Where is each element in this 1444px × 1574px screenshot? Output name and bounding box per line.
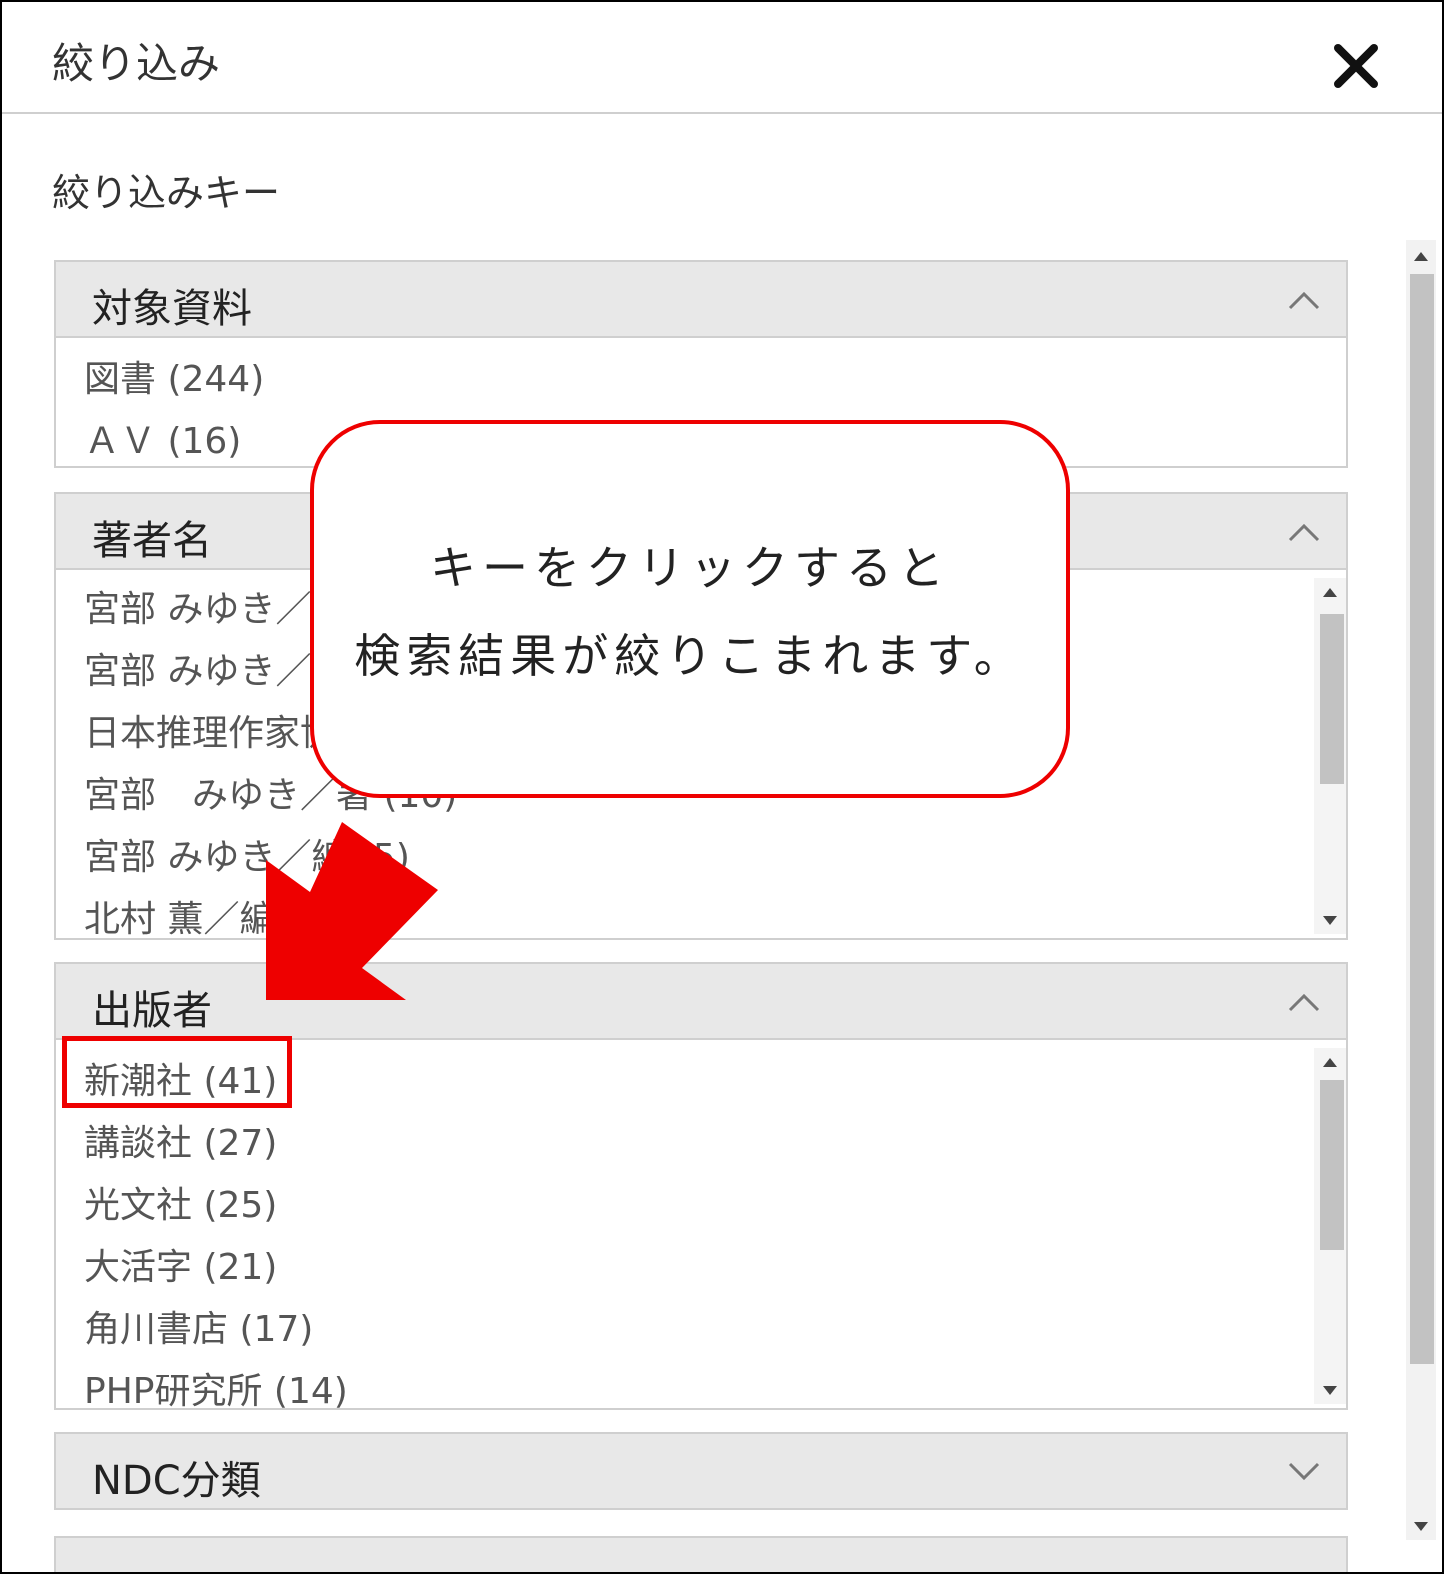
panel-header-next[interactable] (54, 1536, 1348, 1572)
panel-scrollbar[interactable] (1314, 578, 1346, 934)
scroll-up-arrow-icon[interactable] (1323, 588, 1337, 597)
panel-header-ndc[interactable]: NDC分類 (54, 1432, 1348, 1510)
list-item[interactable]: 宮部 みゆき／ (84, 580, 311, 632)
list-item[interactable]: 角川書店 (17) (84, 1300, 313, 1352)
pointer-arrow-icon (266, 822, 438, 1000)
list-item[interactable]: ＡＶ (16) (84, 412, 241, 464)
dialog-scrollbar[interactable] (1406, 240, 1436, 1540)
list-item[interactable]: 宮部 みゆき／ (84, 642, 311, 694)
scroll-up-arrow-icon[interactable] (1323, 1058, 1337, 1067)
panel-title: NDC分類 (92, 1458, 261, 1504)
scroll-down-arrow-icon[interactable] (1414, 1522, 1428, 1531)
scroll-up-arrow-icon[interactable] (1414, 252, 1428, 261)
chevron-up-icon (1288, 993, 1320, 1012)
callout-bubble: キーをクリックすると 検索結果が絞りこまれます。 (310, 420, 1070, 798)
scrollbar-thumb[interactable] (1410, 274, 1434, 1364)
panel-title: 著者名 (92, 518, 212, 564)
callout-line-2: 検索結果が絞りこまれます。 (354, 629, 1026, 683)
highlight-box (62, 1036, 292, 1108)
scroll-down-arrow-icon[interactable] (1323, 1386, 1337, 1395)
chevron-down-icon (1288, 1462, 1320, 1481)
list-item[interactable]: 日本推理作家協 (84, 704, 336, 756)
list-item[interactable]: 大活字 (21) (84, 1238, 277, 1290)
list-item[interactable]: 講談社 (27) (84, 1114, 277, 1166)
panel-title: 出版者 (92, 988, 212, 1034)
close-icon (1334, 44, 1378, 88)
panel-scrollbar[interactable] (1314, 1048, 1346, 1404)
scrollbar-thumb[interactable] (1320, 1080, 1344, 1250)
panel-header-material[interactable]: 対象資料 (54, 260, 1348, 338)
list-item[interactable]: 光文社 (25) (84, 1176, 277, 1228)
dialog-header: 絞り込み (2, 2, 1442, 114)
filter-key-label: 絞り込みキー (52, 171, 281, 215)
scroll-down-arrow-icon[interactable] (1323, 916, 1337, 925)
list-item[interactable]: 図書 (244) (84, 350, 264, 402)
scrollbar-thumb[interactable] (1320, 614, 1344, 784)
callout-line-1: キーをクリックすると (430, 541, 950, 595)
chevron-up-icon (1288, 291, 1320, 310)
list-item[interactable]: PHP研究所 (14) (84, 1362, 348, 1408)
dialog-title: 絞り込み (52, 39, 221, 88)
filter-dialog: 絞り込み 絞り込みキー 対象資料 図書 (244) ＡＶ (16) 著者名 宮部… (0, 0, 1444, 1574)
chevron-up-icon (1288, 523, 1320, 542)
panel-title: 対象資料 (92, 286, 252, 332)
close-button[interactable] (1328, 38, 1384, 94)
